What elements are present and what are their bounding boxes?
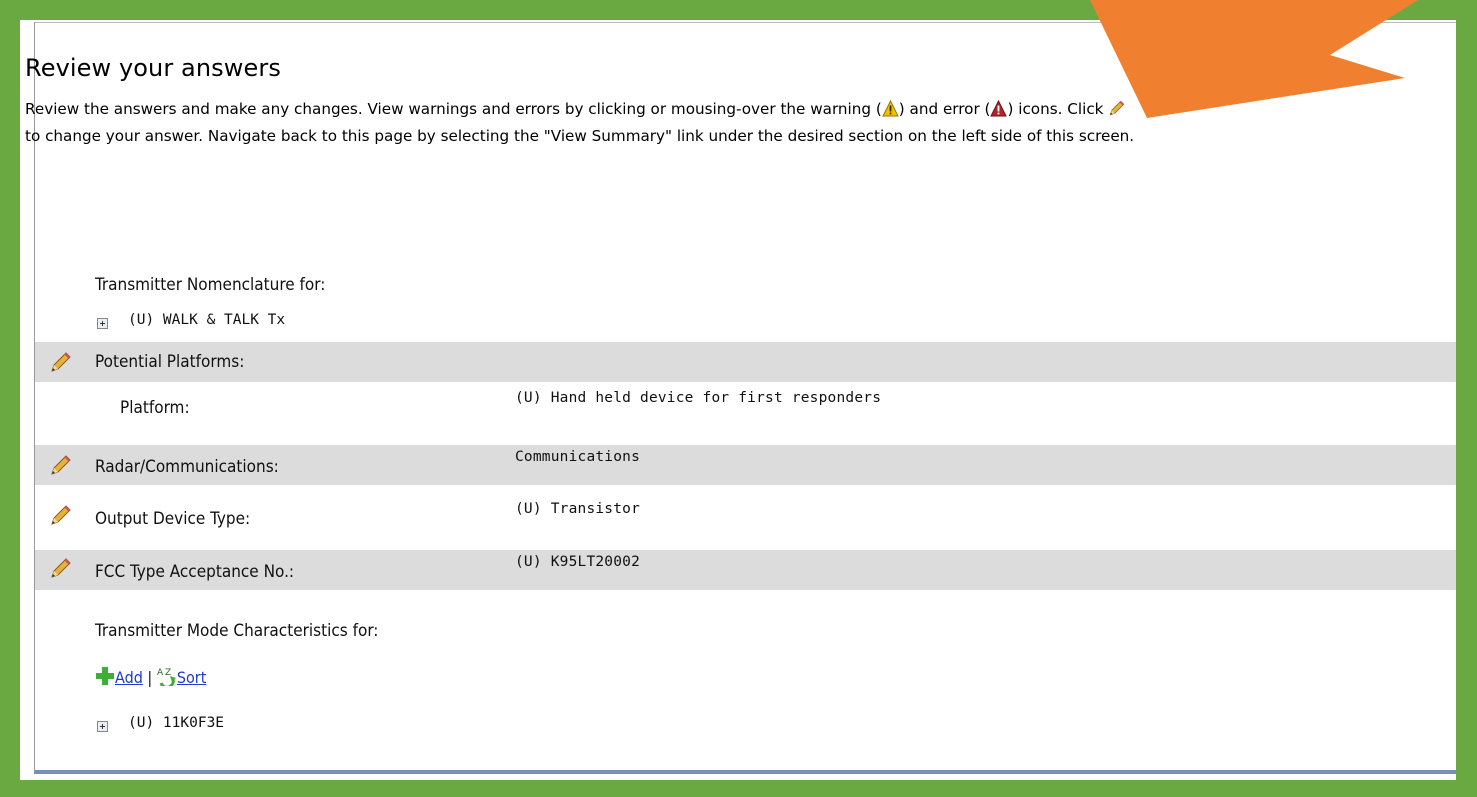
arrow-annotation <box>1090 0 1418 118</box>
